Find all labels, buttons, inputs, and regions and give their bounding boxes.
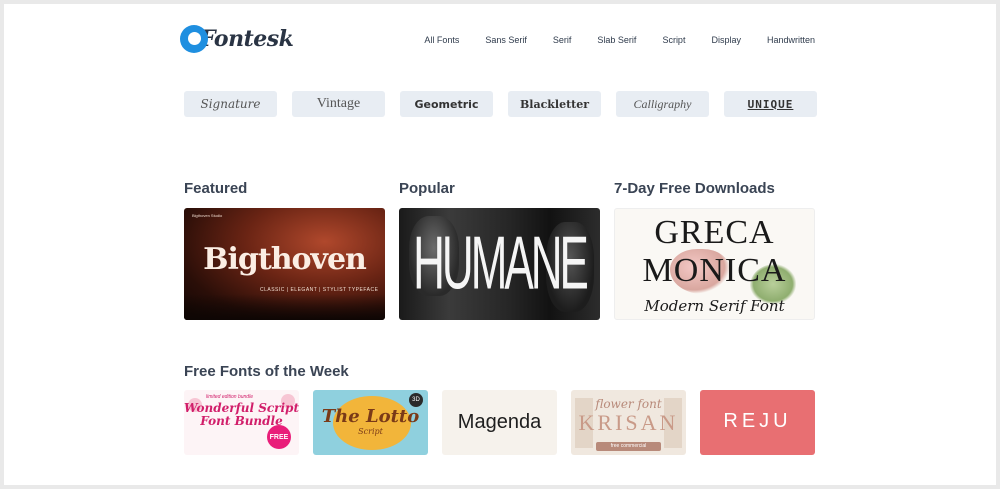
free-download-card-line1: GRECA <box>654 214 775 251</box>
week-card-number: 3D <box>409 393 423 407</box>
nav-slab-serif[interactable]: Slab Serif <box>597 35 636 45</box>
category-vintage[interactable]: Vintage <box>292 91 385 117</box>
week-card-subtitle: Script <box>358 427 383 436</box>
free-download-card[interactable]: GRECA MONICA Modern Serif Font <box>614 208 815 320</box>
featured-card-crowd <box>184 294 385 320</box>
popular-card-title: HUMANE <box>413 222 589 306</box>
featured-heading: Featured <box>184 180 248 197</box>
week-card-krisan[interactable]: flower font KRISAN free commercial <box>571 390 686 455</box>
week-card-title: REJU <box>723 410 792 432</box>
category-bar: Signature Vintage Geometric Blackletter … <box>184 91 817 117</box>
week-card-tag: limited edition bundle <box>206 394 253 400</box>
category-geometric[interactable]: Geometric <box>400 91 493 117</box>
week-card-magenda[interactable]: Magenda <box>442 390 557 455</box>
category-unique[interactable]: UNIQUE <box>724 91 817 117</box>
week-card-wonderful[interactable]: limited edition bundle Wonderful Script … <box>184 390 299 455</box>
week-card-title: The Lotto <box>321 406 420 427</box>
week-card-title: KRISAN <box>578 410 679 435</box>
popular-heading: Popular <box>399 180 455 197</box>
featured-card[interactable]: Bigthoven Studio Bigthoven CLASSIC | ELE… <box>184 208 385 320</box>
logo-text: Fontesk <box>200 26 294 52</box>
free-badge: FREE <box>267 425 291 449</box>
main-nav: All Fonts Sans Serif Serif Slab Serif Sc… <box>398 35 815 45</box>
free-download-card-line2: MONICA <box>642 252 787 289</box>
week-card-script: flower font <box>595 397 662 411</box>
category-signature[interactable]: Signature <box>184 91 277 117</box>
featured-card-tag: Bigthoven Studio <box>192 213 223 218</box>
logo-icon <box>180 25 208 53</box>
nav-sans-serif[interactable]: Sans Serif <box>485 35 527 45</box>
week-card-title: Wonderful Script Font Bundle <box>184 401 299 428</box>
nav-all-fonts[interactable]: All Fonts <box>424 35 459 45</box>
featured-card-subtitle: CLASSIC | ELEGANT | STYLIST TYPEFACE <box>260 287 379 293</box>
nav-script[interactable]: Script <box>662 35 685 45</box>
popular-card[interactable]: HUMANE <box>399 208 600 320</box>
week-card-title: Magenda <box>457 411 542 433</box>
free-download-card-line3: Modern Serif Font <box>644 297 785 315</box>
week-card-reju[interactable]: REJU <box>700 390 815 455</box>
site-logo[interactable]: Fontesk <box>180 22 294 56</box>
week-card-lotto[interactable]: 3D The Lotto Script <box>313 390 428 455</box>
featured-card-title: Bigthoven <box>203 242 367 277</box>
nav-handwritten[interactable]: Handwritten <box>767 35 815 45</box>
free-downloads-heading: 7-Day Free Downloads <box>614 180 775 197</box>
category-calligraphy[interactable]: Calligraphy <box>616 91 709 117</box>
week-card-footer: free commercial <box>610 443 647 449</box>
nav-serif[interactable]: Serif <box>553 35 572 45</box>
week-heading: Free Fonts of the Week <box>184 363 349 380</box>
category-blackletter[interactable]: Blackletter <box>508 91 601 117</box>
nav-display[interactable]: Display <box>711 35 741 45</box>
